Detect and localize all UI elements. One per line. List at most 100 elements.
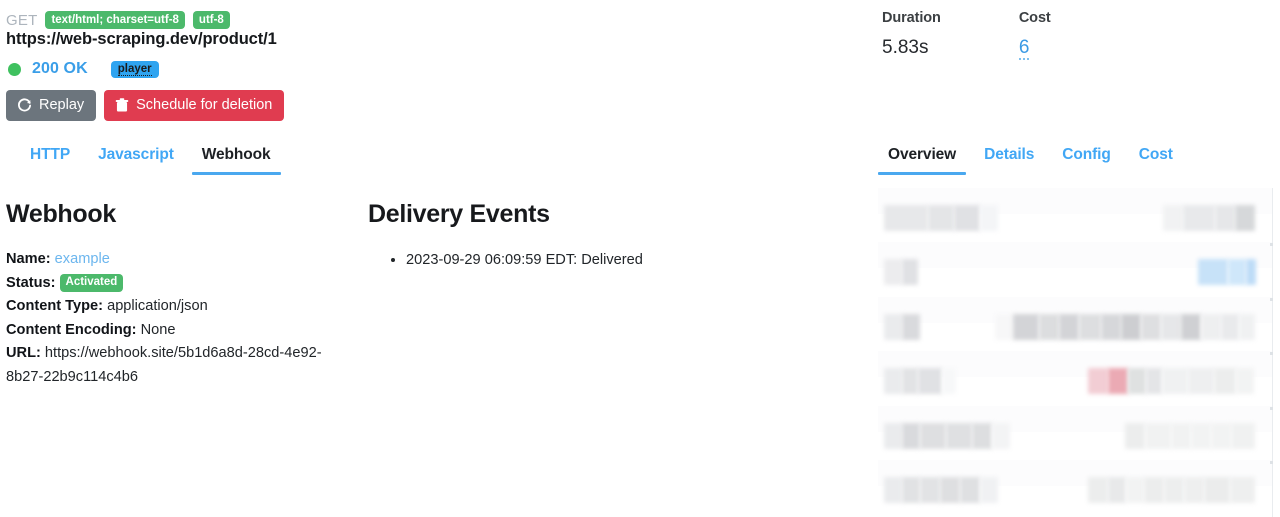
field-key: Status: (6, 274, 56, 291)
tab-javascript[interactable]: Javascript (84, 140, 188, 175)
redacted-cell (1228, 259, 1246, 285)
redacted-cell (1108, 477, 1126, 503)
redacted-cell (980, 205, 998, 231)
stat-cost-value[interactable]: 6 (1018, 37, 1051, 60)
redacted-cell (1246, 259, 1256, 285)
tab-webhook[interactable]: Webhook (188, 140, 285, 175)
content-type-badge: text/html; charset=utf-8 (45, 11, 185, 30)
webhook-field-url: URL: https://webhook.site/5b1d6a8d-28cd-… (6, 342, 336, 389)
tab-overview[interactable]: Overview (874, 140, 970, 175)
encoding-badge: utf-8 (192, 11, 230, 30)
redacted-cell (902, 368, 918, 394)
tab-config[interactable]: Config (1048, 140, 1124, 175)
schedule-deletion-label: Schedule for deletion (136, 97, 273, 113)
redacted-cell (1188, 368, 1214, 394)
field-value: None (140, 321, 176, 338)
redacted-cell (1128, 368, 1146, 394)
redacted-cell (1121, 314, 1141, 340)
replay-button[interactable]: Replay (6, 90, 97, 122)
schedule-deletion-button[interactable]: Schedule for deletion (104, 90, 285, 122)
redacted-cell (1163, 205, 1183, 231)
delivery-events-heading: Delivery Events (368, 200, 550, 228)
trash-icon (115, 97, 129, 113)
redacted-content-table (860, 188, 1280, 517)
redacted-cell (1221, 314, 1239, 340)
redacted-cell (1013, 314, 1039, 340)
player-badge[interactable]: player (110, 60, 159, 78)
redacted-cell (1162, 368, 1188, 394)
redacted-cell (992, 423, 1010, 449)
table-row (860, 460, 1280, 517)
right-tab-bar: Overview Details Config Cost (874, 140, 1187, 175)
redacted-cell (902, 477, 920, 503)
redacted-cell (1201, 314, 1221, 340)
status-row: 200 OK player (8, 60, 159, 78)
redacted-cell (884, 368, 902, 394)
redacted-cell (1079, 314, 1101, 340)
redacted-cell (1181, 314, 1201, 340)
redacted-cell (946, 423, 972, 449)
stat-duration-value: 5.83s (882, 37, 929, 58)
redacted-cell (1125, 423, 1145, 449)
status-code-label: 200 OK (32, 60, 88, 77)
http-method-label: GET (6, 11, 38, 29)
redacted-cell (1164, 477, 1184, 503)
redacted-cell (920, 477, 940, 503)
field-key: Name: (6, 251, 51, 267)
redacted-cell (1126, 477, 1144, 503)
redacted-cell (1141, 314, 1161, 340)
redacted-cell (1145, 423, 1171, 449)
stat-duration-label: Duration (882, 10, 941, 26)
field-value: application/json (107, 298, 208, 315)
tab-cost[interactable]: Cost (1125, 140, 1187, 175)
webhook-field-content-encoding: Content Encoding: None (6, 319, 336, 343)
redacted-cell (1211, 423, 1231, 449)
left-tab-bar: HTTP Javascript Webhook (16, 140, 285, 175)
row-divider-tick (1270, 352, 1273, 355)
row-divider-tick (1270, 243, 1273, 246)
webhook-field-status: Status: Activated (6, 272, 336, 296)
redacted-cell (1059, 314, 1079, 340)
status-dot-icon (8, 62, 21, 76)
redacted-cell (1204, 477, 1230, 503)
stat-cost: Cost 6 (1018, 10, 1051, 60)
redacted-cell (1101, 314, 1121, 340)
tab-details[interactable]: Details (970, 140, 1048, 175)
redacted-cell (1039, 314, 1059, 340)
redacted-cell (1171, 423, 1191, 449)
redacted-cell (1108, 368, 1128, 394)
redacted-cell (980, 477, 998, 503)
redacted-cell (1231, 423, 1255, 449)
webhook-field-content-type: Content Type: application/json (6, 295, 336, 319)
tab-http[interactable]: HTTP (16, 140, 84, 175)
field-key: Content Type: (6, 298, 104, 315)
row-divider-tick (1270, 461, 1273, 464)
redacted-cell (960, 477, 980, 503)
redacted-cell (1235, 205, 1255, 231)
replay-button-label: Replay (39, 97, 85, 113)
field-value-name[interactable]: example (55, 251, 110, 267)
redacted-cell (902, 259, 918, 285)
webhook-field-list: Name: example Status: Activated Content … (6, 248, 336, 390)
redacted-cell (1183, 205, 1215, 231)
redacted-cell (1215, 205, 1235, 231)
redacted-cell (1214, 368, 1236, 394)
redacted-cell (902, 314, 920, 340)
redacted-cell (940, 477, 960, 503)
redacted-cell (1191, 423, 1211, 449)
stat-duration: Duration 5.83s (882, 10, 941, 59)
field-key: Content Encoding: (6, 321, 137, 338)
action-button-row: Replay Schedule for deletion (6, 90, 285, 122)
redacted-cell (884, 314, 902, 340)
redacted-cell (1239, 314, 1255, 340)
stat-cost-label: Cost (1018, 10, 1051, 26)
redacted-cell (918, 368, 942, 394)
redacted-cell (1161, 314, 1181, 340)
redacted-cell (884, 477, 902, 503)
redacted-cell (972, 423, 992, 449)
row-divider-tick (1270, 298, 1273, 301)
webhook-heading: Webhook (6, 200, 116, 228)
field-value-url: https://webhook.site/5b1d6a8d-28cd-4e92-… (6, 345, 322, 385)
right-panel: Duration 5.83s Cost 6 Overview Details C… (860, 0, 1280, 517)
redacted-cell (920, 423, 946, 449)
